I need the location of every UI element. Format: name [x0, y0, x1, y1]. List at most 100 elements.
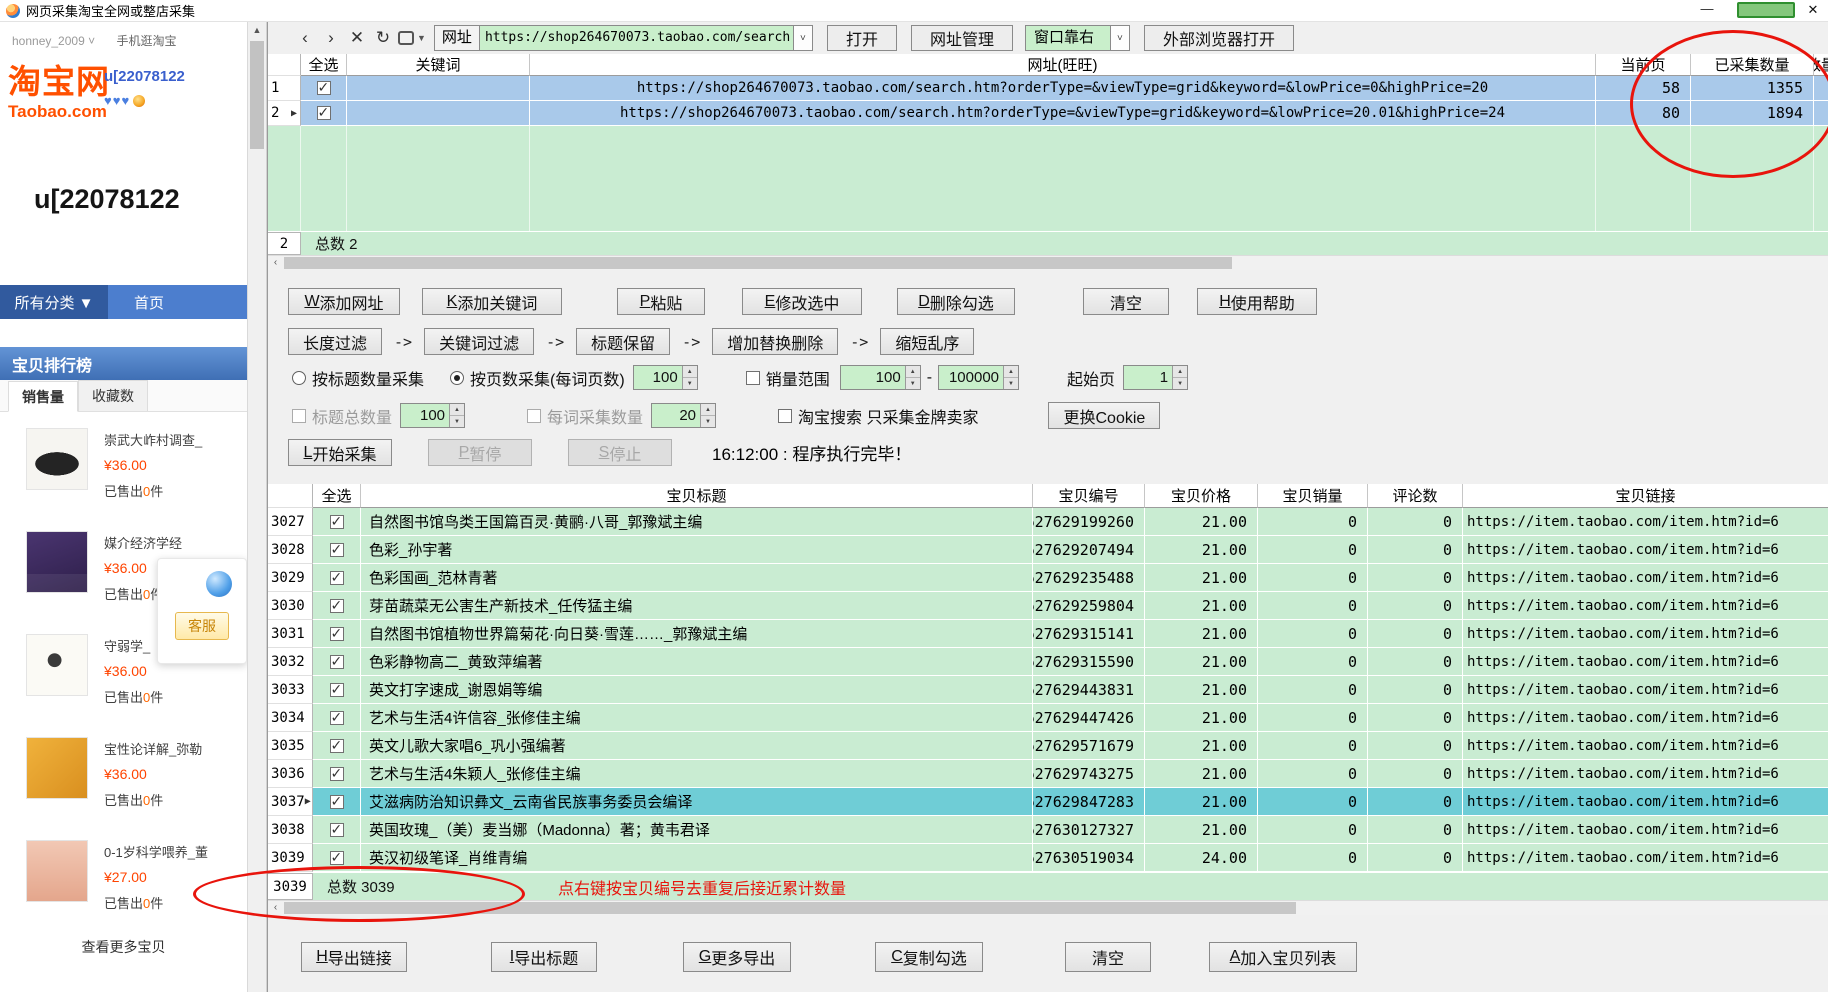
row-checkbox[interactable] [330, 655, 344, 669]
url-manage-button[interactable]: 网址管理 [911, 25, 1013, 51]
shop-id-text[interactable]: u[22078122 [104, 68, 244, 85]
row-checkbox[interactable] [330, 823, 344, 837]
row-item-title[interactable]: 色彩静物高二_黄致萍编著 [361, 648, 1033, 676]
by-pages-label[interactable]: 按页数采集(每词页数) [470, 366, 625, 390]
row-item-link[interactable]: https://item.taobao.com/item.htm?id=6 [1463, 676, 1828, 704]
row-item-title[interactable]: 色彩_孙宇著 [361, 536, 1033, 564]
forward-icon[interactable]: › [318, 25, 344, 51]
table-row[interactable]: 3038 英国玫瑰_（美）麦当娜（Madonna）著；黄韦君译 62763012… [268, 816, 1828, 844]
all-categories-menu[interactable]: 所有分类 ▼ [0, 285, 108, 319]
table-row[interactable]: 3037▶ 艾滋病防治知识彝文_云南省民族事务委员会编译 62762984728… [268, 788, 1828, 816]
start-page-spinner[interactable]: 1 ▲▼ [1123, 365, 1188, 390]
row-checkbox[interactable] [317, 81, 331, 95]
tab-sales-volume[interactable]: 销售量 [8, 381, 78, 412]
row-checkbox[interactable] [330, 515, 344, 529]
header-clipped[interactable]: 数量 [1814, 54, 1828, 76]
export-button[interactable]: H导出链接 [301, 942, 407, 972]
row-item-title[interactable]: 艺术与生活4许信容_张修佳主编 [361, 704, 1033, 732]
open-button[interactable]: 打开 [827, 25, 897, 51]
table-row[interactable]: 3027 自然图书馆鸟类王国篇百灵·黄鹂·八哥_郭豫斌主编 6276291992… [268, 508, 1828, 536]
row-item-title[interactable]: 芽苗蔬菜无公害生产新技术_任传猛主编 [361, 592, 1033, 620]
row-checkbox[interactable] [317, 106, 331, 120]
row-item-title[interactable]: 自然图书馆植物世界篇菊花·向日葵·雪莲……_郭豫斌主编 [361, 620, 1033, 648]
sales-max-spinner[interactable]: 100000 ▲▼ [938, 365, 1019, 390]
sidebar-scrollbar[interactable]: ▲ [248, 22, 267, 992]
back-icon[interactable]: ‹ [292, 25, 318, 51]
by-pages-radio[interactable] [450, 371, 464, 385]
table-row[interactable]: 1 https://shop264670073.taobao.com/searc… [268, 76, 1828, 101]
horizontal-scrollbar[interactable]: ‹ [268, 900, 1828, 915]
gold-seller-checkbox[interactable] [778, 409, 792, 423]
header-select-all[interactable]: 全选 [313, 484, 361, 508]
row-item-link[interactable]: https://item.taobao.com/item.htm?id=6 [1463, 704, 1828, 732]
row-checkbox[interactable] [330, 739, 344, 753]
external-browser-button[interactable]: 外部浏览器打开 [1144, 25, 1294, 51]
scroll-up-icon[interactable]: ▲ [248, 22, 266, 39]
list-item[interactable]: 崇武大岞村调查_ ¥36.00 已售出0件 [0, 412, 247, 515]
header-collected-count[interactable]: 已采集数量 [1691, 54, 1814, 76]
row-checkbox[interactable] [330, 851, 344, 865]
row-checkbox[interactable] [330, 767, 344, 781]
spinner-buttons[interactable]: ▲▼ [682, 366, 697, 389]
row-item-link[interactable]: https://item.taobao.com/item.htm?id=6 [1463, 536, 1828, 564]
row-item-title[interactable]: 自然图书馆鸟类王国篇百灵·黄鹂·八哥_郭豫斌主编 [361, 508, 1033, 536]
pages-spinner[interactable]: 100 ▲▼ [633, 365, 698, 390]
product-thumbnail[interactable] [26, 737, 88, 799]
product-title[interactable]: 崇武大岞村调查_ [104, 430, 242, 449]
row-item-link[interactable]: https://item.taobao.com/item.htm?id=6 [1463, 816, 1828, 844]
header-current-page[interactable]: 当前页 [1596, 54, 1691, 76]
sales-range-label[interactable]: 销量范围 [766, 366, 830, 390]
table-row[interactable]: 3028 色彩_孙宇著 627629207494 21.00 0 0 https… [268, 536, 1828, 564]
url-input[interactable]: https://shop264670073.taobao.com/search.… [480, 25, 794, 51]
row-checkbox[interactable] [330, 599, 344, 613]
sales-range-checkbox[interactable] [746, 371, 760, 385]
product-thumbnail[interactable] [26, 840, 88, 902]
action-button[interactable]: E修改选中 [742, 288, 862, 315]
action-button[interactable]: W添加网址 [288, 288, 400, 315]
export-button[interactable]: 清空 [1065, 942, 1151, 972]
row-item-title[interactable]: 英文打字速成_谢恩娟等编 [361, 676, 1033, 704]
tab-favorites[interactable]: 收藏数 [78, 380, 148, 411]
row-checkbox[interactable] [330, 711, 344, 725]
row-url[interactable]: https://shop264670073.taobao.com/search.… [530, 76, 1596, 101]
per-keyword-checkbox[interactable] [527, 409, 541, 423]
row-item-link[interactable]: https://item.taobao.com/item.htm?id=6 [1463, 648, 1828, 676]
row-item-title[interactable]: 艾滋病防治知识彝文_云南省民族事务委员会编译 [361, 788, 1033, 816]
product-thumbnail[interactable] [26, 634, 88, 696]
action-button[interactable]: 清空 [1083, 288, 1169, 315]
row-item-link[interactable]: https://item.taobao.com/item.htm?id=6 [1463, 620, 1828, 648]
header-item-link[interactable]: 宝贝链接 [1463, 484, 1828, 508]
header-select-all[interactable]: 全选 [301, 54, 347, 76]
filter-step-button[interactable]: 长度过滤 [288, 328, 382, 355]
tabs-menu-button[interactable]: ▼ [398, 31, 426, 45]
product-title[interactable]: 宝性论详解_弥勒 [104, 739, 242, 758]
header-item-title[interactable]: 宝贝标题 [361, 484, 1033, 508]
refresh-icon[interactable]: ↻ [370, 25, 396, 51]
scrollbar-thumb[interactable] [284, 902, 1296, 914]
row-item-link[interactable]: https://item.taobao.com/item.htm?id=6 [1463, 788, 1828, 816]
header-keyword[interactable]: 关键词 [347, 54, 530, 76]
row-checkbox[interactable] [330, 627, 344, 641]
mobile-taobao-link[interactable]: 手机逛淘宝 [116, 34, 176, 48]
table-row[interactable]: 3035 英文儿歌大家唱6_巩小强编著 627629571679 21.00 0… [268, 732, 1828, 760]
row-item-link[interactable]: https://item.taobao.com/item.htm?id=6 [1463, 508, 1828, 536]
header-item-id[interactable]: 宝贝编号 [1033, 484, 1145, 508]
title-total-checkbox[interactable] [292, 409, 306, 423]
url-dropdown-icon[interactable]: ˅ [794, 25, 813, 51]
header-url[interactable]: 网址(旺旺) [530, 54, 1596, 76]
table-row[interactable]: 3032 色彩静物高二_黄致萍编著 627629315590 21.00 0 0… [268, 648, 1828, 676]
table-row[interactable]: 3029 色彩国画_范林青著 627629235488 21.00 0 0 ht… [268, 564, 1828, 592]
shop-home-link[interactable]: 首页 [108, 285, 247, 319]
row-checkbox[interactable] [330, 683, 344, 697]
minimize-button[interactable]: — [1692, 0, 1722, 20]
action-button[interactable]: H使用帮助 [1197, 288, 1317, 315]
gold-seller-label[interactable]: 淘宝搜索 只采集金牌卖家 [798, 404, 978, 428]
list-item[interactable]: 宝性论详解_弥勒 ¥36.00 已售出0件 [0, 721, 247, 824]
table-row[interactable]: 3034 艺术与生活4许信容_张修佳主编 627629447426 21.00 … [268, 704, 1828, 732]
filter-step-button[interactable]: 缩短乱序 [880, 328, 974, 355]
row-url[interactable]: https://shop264670073.taobao.com/search.… [530, 101, 1596, 126]
view-more-link[interactable]: 查看更多宝贝 [0, 937, 247, 957]
action-button[interactable]: D删除勾选 [897, 288, 1015, 315]
row-item-link[interactable]: https://item.taobao.com/item.htm?id=6 [1463, 564, 1828, 592]
row-item-title[interactable]: 艺术与生活4朱颖人_张修佳主编 [361, 760, 1033, 788]
